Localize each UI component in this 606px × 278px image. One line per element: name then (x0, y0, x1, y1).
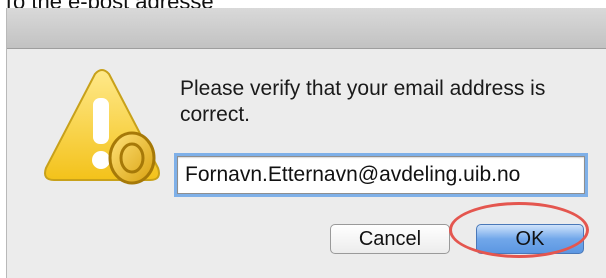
verify-email-dialog: Please verify that your email address is… (6, 8, 606, 278)
email-field[interactable] (177, 156, 585, 194)
screenshot-page: To the e-post adresse Please verify that… (0, 0, 606, 278)
cancel-button[interactable]: Cancel (330, 224, 450, 254)
warning-triangle-with-lock-icon (44, 69, 160, 185)
verify-email-message: Please verify that your email address is… (180, 77, 546, 126)
ok-button[interactable]: OK (476, 224, 584, 254)
dialog-titlebar (7, 8, 606, 49)
